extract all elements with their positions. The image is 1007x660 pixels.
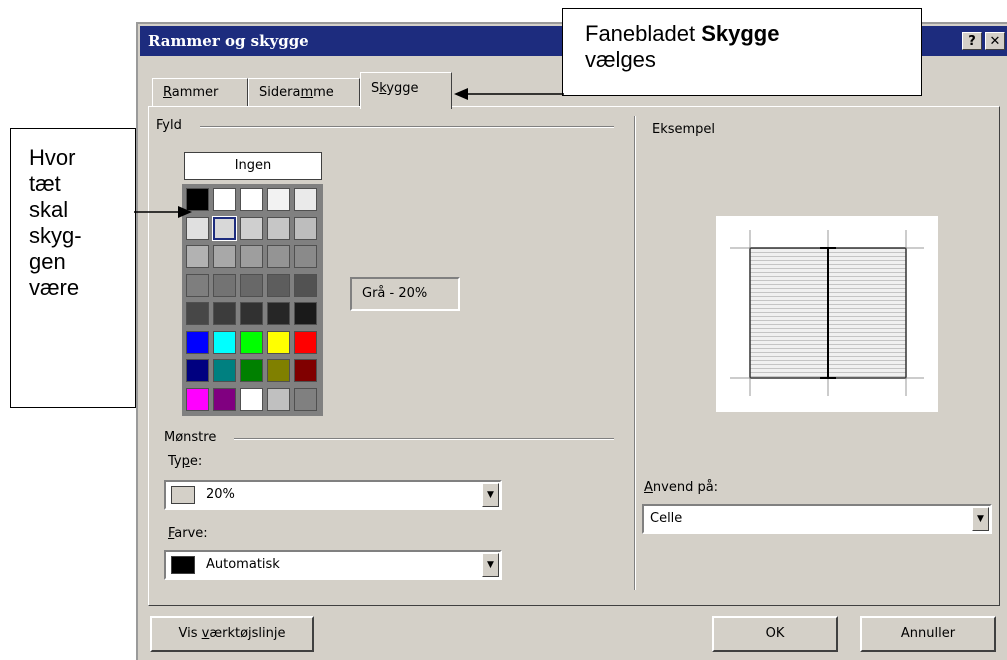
close-icon[interactable]: ✕ xyxy=(985,32,1005,50)
fill-group-divider xyxy=(200,126,614,128)
chevron-down-icon[interactable]: ▼ xyxy=(482,553,499,577)
fill-color-swatch[interactable] xyxy=(212,215,237,241)
fill-color-swatch[interactable] xyxy=(240,273,263,297)
fill-color-swatch[interactable] xyxy=(240,330,263,354)
fill-color-swatch[interactable] xyxy=(186,330,209,354)
apply-to-label: Anvend på: xyxy=(644,480,719,495)
preview-divider xyxy=(634,116,636,590)
dialog-title: Rammer og skygge xyxy=(148,32,309,50)
apply-to-value: Celle xyxy=(650,511,683,526)
fill-color-swatch[interactable] xyxy=(240,188,263,211)
chevron-down-icon[interactable]: ▼ xyxy=(482,483,499,507)
fill-color-swatch[interactable] xyxy=(213,245,236,268)
pattern-type-value: 20% xyxy=(206,487,235,502)
tab-sideramme[interactable]: Sideramme xyxy=(248,78,360,107)
pattern-color-select[interactable]: Automatisk ▼ xyxy=(164,550,502,580)
table-preview-icon xyxy=(730,230,924,396)
density-callout: Hvor tæt skal skyg- gen være xyxy=(10,128,136,408)
fill-color-swatch[interactable] xyxy=(294,387,317,411)
pattern-type-label: Type: xyxy=(168,454,203,469)
fill-color-swatch[interactable] xyxy=(240,359,263,382)
tab-callout: Fanebladet Skygge vælges xyxy=(562,8,922,96)
pattern-color-value: Automatisk xyxy=(206,557,280,572)
fill-color-swatch[interactable] xyxy=(267,245,290,268)
patterns-group-label: Mønstre xyxy=(164,430,223,445)
fill-color-swatch[interactable] xyxy=(294,245,317,268)
help-button[interactable]: ? xyxy=(962,32,982,50)
fill-color-swatch[interactable] xyxy=(294,302,317,325)
preview-image xyxy=(716,216,938,412)
ok-button[interactable]: OK xyxy=(712,616,838,652)
pattern-type-select[interactable]: 20% ▼ xyxy=(164,480,502,510)
fill-color-swatch[interactable] xyxy=(240,387,263,411)
fill-color-swatch[interactable] xyxy=(213,387,236,411)
fill-color-swatch[interactable] xyxy=(240,302,263,325)
borders-and-shading-dialog: Rammer og skygge ? ✕ Rammer Sideramme Sk… xyxy=(136,22,1007,660)
fill-color-swatch[interactable] xyxy=(186,359,209,382)
fill-color-swatch[interactable] xyxy=(213,302,236,325)
patterns-group-divider xyxy=(234,438,614,440)
selected-color-name: Grå - 20% xyxy=(350,277,460,311)
fill-color-swatch[interactable] xyxy=(267,302,290,325)
fill-color-swatch[interactable] xyxy=(267,216,290,240)
pattern-type-swatch xyxy=(171,486,195,504)
fill-color-swatch[interactable] xyxy=(267,188,290,211)
fill-color-swatch[interactable] xyxy=(186,387,209,411)
fill-color-swatch[interactable] xyxy=(294,359,317,382)
tab-callout-arrow xyxy=(454,88,564,100)
chevron-down-icon[interactable]: ▼ xyxy=(972,507,989,531)
fill-color-swatch[interactable] xyxy=(294,216,317,240)
fill-color-swatch[interactable] xyxy=(213,330,236,354)
pattern-color-swatch xyxy=(171,556,195,574)
fill-color-swatch[interactable] xyxy=(186,302,209,325)
fill-color-swatch[interactable] xyxy=(186,273,209,297)
apply-to-select[interactable]: Celle ▼ xyxy=(642,504,992,534)
fill-group-label: Fyld xyxy=(156,118,188,133)
fill-color-swatch[interactable] xyxy=(267,359,290,382)
fill-color-swatch[interactable] xyxy=(267,330,290,354)
tab-skygge[interactable]: Skygge xyxy=(360,72,452,109)
preview-label: Eksempel xyxy=(652,122,722,137)
tab-rammer[interactable]: Rammer xyxy=(152,78,248,107)
fill-color-swatch[interactable] xyxy=(213,359,236,382)
pattern-color-label: Farve: xyxy=(168,526,208,541)
fill-color-swatch[interactable] xyxy=(267,273,290,297)
fill-color-swatch[interactable] xyxy=(213,273,236,297)
fill-color-swatch[interactable] xyxy=(213,188,236,211)
fill-color-palette xyxy=(182,184,323,416)
fill-color-swatch[interactable] xyxy=(186,245,209,268)
cancel-button[interactable]: Annuller xyxy=(860,616,996,652)
density-callout-arrow xyxy=(134,206,192,218)
fill-color-swatch[interactable] xyxy=(240,245,263,268)
show-toolbar-button[interactable]: Vis værktøjslinje xyxy=(150,616,314,652)
fill-color-swatch[interactable] xyxy=(294,188,317,211)
fill-color-swatch[interactable] xyxy=(240,216,263,240)
fill-color-swatch[interactable] xyxy=(294,273,317,297)
no-fill-button[interactable]: Ingen xyxy=(184,152,322,180)
fill-color-swatch[interactable] xyxy=(294,330,317,354)
fill-color-swatch[interactable] xyxy=(267,387,290,411)
